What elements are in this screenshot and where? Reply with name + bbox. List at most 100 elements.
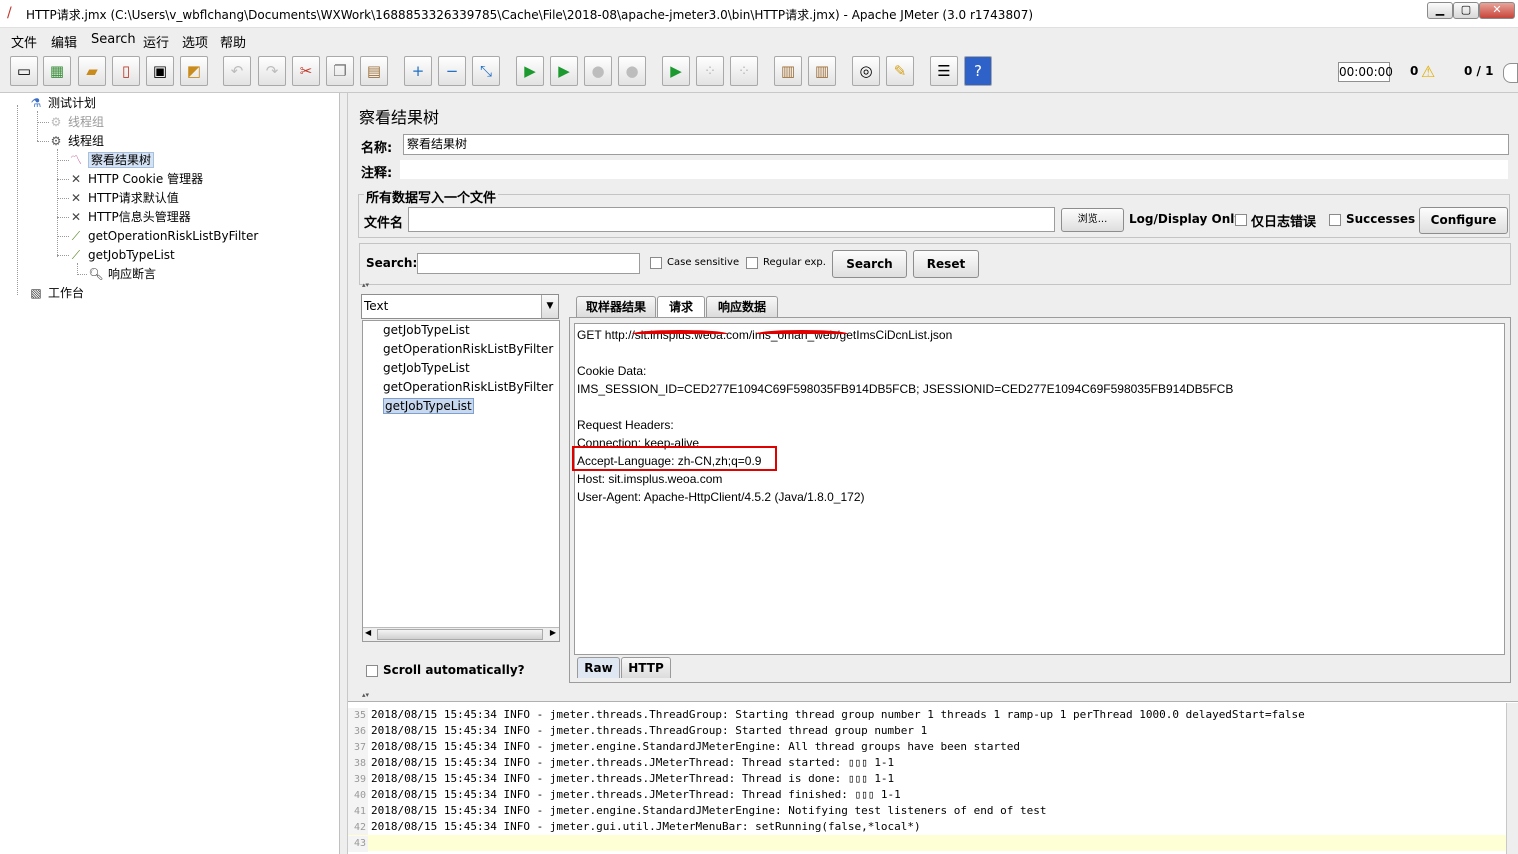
paste-icon[interactable]: ▤ [360,56,388,86]
menu-options[interactable]: 选项 [182,32,208,51]
reset-button[interactable]: Reset [913,250,979,278]
tree-node-cookie-manager[interactable]: ✕ HTTP Cookie 管理器 [67,170,203,188]
tab-raw[interactable]: Raw [577,657,620,678]
tools-icon: ✕ [70,172,82,186]
split-arrows-icon[interactable]: ▴▾ [362,281,369,289]
result-list: ✓getJobTypeList ✓getOperationRiskListByF… [362,320,560,642]
tree-node-http-defaults[interactable]: ✕ HTTP请求默认值 [67,189,179,207]
expand-icon[interactable]: + [404,56,432,86]
jmeter-logo-icon: / [7,5,12,21]
search-button[interactable]: Search [832,250,907,278]
menu-file[interactable]: 文件 [11,32,37,51]
tree-node-response-assertion[interactable]: 🔍︎ 响应断言 [87,265,156,283]
templates-icon[interactable]: ▦ [43,56,71,86]
save-screenshot-icon[interactable]: ◩ [180,56,208,86]
log-viewer[interactable]: 35 2018/08/15 15:45:34 INFO - jmeter.thre… [348,701,1518,854]
comment-label: 注释: [361,166,393,181]
successes-checkbox[interactable] [1329,214,1341,226]
tree-node-sampler-risk-list[interactable]: ⟋ getOperationRiskListByFilter [67,227,259,245]
menu-edit[interactable]: 编辑 [51,32,77,51]
toggle-icon[interactable]: ⤡ [472,56,500,86]
search-input[interactable] [417,253,640,274]
remote-start-icon[interactable]: ▶ [662,56,690,86]
close-file-icon[interactable]: ▯ [112,56,140,86]
configure-button[interactable]: Configure [1419,207,1508,234]
log-splitter[interactable]: ▴▾ [348,691,1518,701]
broom-icon[interactable]: ✎ [886,56,914,86]
redaction-mark [756,330,848,338]
minimize-button[interactable]: ▁ [1427,2,1453,19]
menu-run[interactable]: 运行 [143,32,169,51]
stop-icon[interactable]: ● [584,56,612,86]
menu-help[interactable]: 帮助 [220,32,246,51]
list-item-selected[interactable]: ✓getJobTypeList [383,398,474,415]
tree-node-test-plan[interactable]: ⚗ 测试计划 [27,94,96,112]
scroll-automatically-checkbox[interactable] [366,665,378,677]
list-item[interactable]: ✓getOperationRiskListByFilter [383,341,561,358]
shutdown-icon[interactable]: ● [618,56,646,86]
cut-icon[interactable]: ✂ [292,56,320,86]
renderer-select[interactable]: Text ▼ [361,294,559,319]
toolbar: ▭ ▦ ▰ ▯ ▣ ◩ ↶ ↷ ✂ ❐ ▤ + − ⤡ ▶ ▶ ● ● ▶ ⁘ … [0,51,1518,93]
chevron-down-icon[interactable]: ▼ [541,295,558,318]
filename-label: 文件名 [364,216,404,231]
errors-only-checkbox[interactable] [1235,214,1247,226]
filename-input[interactable] [408,207,1055,232]
help-icon[interactable]: ? [964,56,992,86]
function-helper-icon[interactable]: ☰ [930,56,958,86]
regexp-label: Regular exp. [763,257,826,268]
errors-only-label: 仅日志错误 [1251,215,1317,230]
redaction-mark [632,330,728,338]
list-item[interactable]: ✓getJobTypeList [383,322,561,339]
successes-label: Successes [1346,212,1416,226]
start-no-pause-icon[interactable]: ▶ [550,56,578,86]
collapse-icon[interactable]: − [438,56,466,86]
new-icon[interactable]: ▭ [10,56,38,86]
pane-splitter[interactable] [340,93,348,854]
tree-node-header-manager[interactable]: ✕ HTTP信息头管理器 [67,208,191,226]
redo-icon[interactable]: ↷ [258,56,286,86]
cookie-value: IMS_SESSION_ID=CED277E1094C69F598035FB91… [577,382,1234,396]
start-icon[interactable]: ▶ [516,56,544,86]
log-line: 37 2018/08/15 15:45:34 INFO - jmeter.engi… [348,739,1506,756]
tree-node-view-results-tree[interactable]: 〽察看结果树 [67,151,155,169]
tab-http[interactable]: HTTP [621,657,671,678]
copy-icon[interactable]: ❐ [326,56,354,86]
warning-icon[interactable]: ⚠ [1421,62,1435,81]
tab-request[interactable]: 请求 [657,296,705,317]
clear-icon[interactable]: ▥ [774,56,802,86]
tab-response-data[interactable]: 响应数据 [706,296,778,317]
remote-stop-icon[interactable]: ⁘ [696,56,724,86]
list-item[interactable]: ✓getOperationRiskListByFilter [383,379,561,396]
open-icon[interactable]: ▰ [78,56,106,86]
tree-node-thread-group-disabled[interactable]: ⚙ 线程组 [47,113,104,131]
comment-field[interactable] [399,159,1509,180]
log-vertical-scrollbar[interactable] [1506,703,1518,854]
tab-sampler-result[interactable]: 取样器结果 [576,296,656,317]
list-item[interactable]: ✓getJobTypeList [383,360,561,377]
undo-icon[interactable]: ↶ [223,56,251,86]
clear-all-icon[interactable]: ▥ [808,56,836,86]
panel-title: 察看结果树 [359,108,440,127]
menu-search[interactable]: Search [91,32,136,47]
binoculars-icon[interactable]: ◎ [852,56,880,86]
horizontal-scrollbar[interactable]: ◀ ▶ [363,627,559,641]
log-line: 40 2018/08/15 15:45:34 INFO - jmeter.thre… [348,787,1506,804]
tools-icon: ✕ [70,191,82,205]
maximize-button[interactable]: ▢ [1453,2,1479,19]
tree-node-sampler-job-type[interactable]: ⟋ getJobTypeList [67,246,175,264]
name-field[interactable]: 察看结果树 [403,134,1509,155]
case-sensitive-checkbox[interactable] [650,257,662,269]
request-detail[interactable]: GET http://sit.imsplus.weoa.com/ims_oman… [574,323,1505,655]
browse-button[interactable]: 浏览... [1061,208,1124,232]
save-icon[interactable]: ▣ [146,56,174,86]
magnifier-icon: 🔍︎ [88,267,104,281]
tree-node-workbench[interactable]: ▧ 工作台 [27,284,84,302]
scroll-automatically-label: Scroll automatically? [383,663,525,677]
regexp-checkbox[interactable] [746,257,758,269]
remote-shutdown-icon[interactable]: ⁘ [730,56,758,86]
tree-node-thread-group[interactable]: ⚙ 线程组 [47,132,104,150]
case-sensitive-label: Case sensitive [667,257,740,268]
close-button[interactable]: ✕ [1479,2,1515,19]
log-line: 42 2018/08/15 15:45:34 INFO - jmeter.gui.… [348,819,1506,836]
